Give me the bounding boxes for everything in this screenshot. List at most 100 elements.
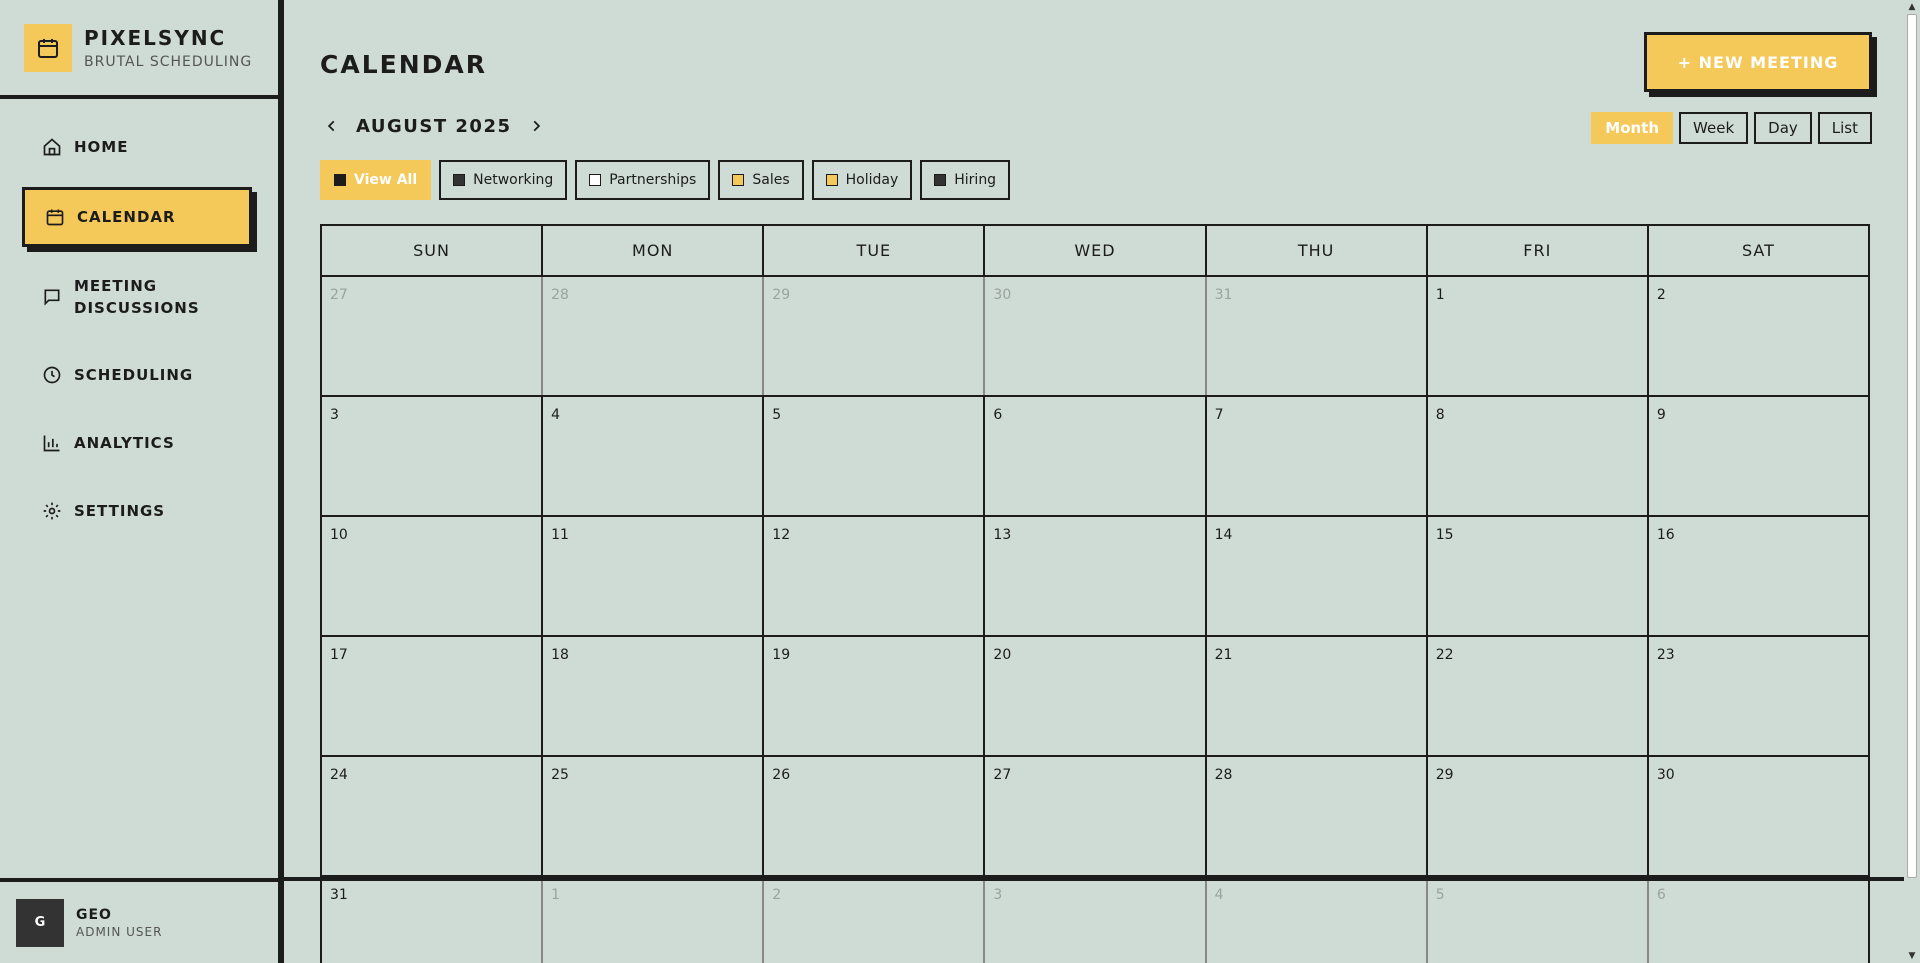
user-profile[interactable]: G GEO ADMIN USER: [0, 878, 278, 963]
day-number: 15: [1435, 527, 1454, 543]
calendar-day-cell[interactable]: 28: [1204, 757, 1426, 875]
calendar-day-cell[interactable]: 2: [762, 877, 983, 963]
new-meeting-button[interactable]: + NEW MEETING: [1644, 32, 1872, 92]
day-number: 30: [993, 287, 1012, 303]
calendar-day-cell[interactable]: 9: [1646, 397, 1868, 515]
nav-item-calendar[interactable]: CALENDAR: [22, 187, 252, 247]
calendar-day-cell[interactable]: 31: [1204, 277, 1426, 395]
calendar-grid: 27 28 29 30 31 1 2 3 4 5 6 7 8 9 10 11 12 13 14 15 16 17 18 19 2…: [322, 277, 1868, 963]
weekday-label: TUE: [762, 226, 983, 275]
day-number: 16: [1656, 527, 1675, 543]
calendar-day-cell[interactable]: 27: [322, 277, 541, 395]
swatch-icon: [732, 174, 745, 186]
view-week-button[interactable]: Week: [1679, 112, 1749, 144]
calendar-day-cell[interactable]: 24: [322, 757, 541, 875]
calendar-day-cell[interactable]: 5: [1425, 877, 1647, 963]
calendar-day-cell[interactable]: 1: [541, 877, 762, 963]
calendar-day-cell[interactable]: 27: [983, 757, 1204, 875]
calendar-day-cell[interactable]: 28: [541, 277, 762, 395]
day-number: 18: [551, 647, 569, 663]
nav-item-meeting-discussions[interactable]: MEETING DISCUSSIONS: [22, 259, 256, 335]
brand-name: PIXELSYNC: [84, 25, 227, 50]
scroll-thumb[interactable]: [1907, 14, 1917, 878]
calendar-day-cell[interactable]: 4: [541, 397, 762, 515]
calendar-day-cell[interactable]: 17: [322, 637, 541, 755]
sidebar: PIXELSYNC BRUTAL SCHEDULING HOME CALENDA…: [0, 0, 284, 963]
day-number: 5: [1435, 887, 1445, 903]
day-number: 27: [330, 287, 348, 303]
calendar-day-cell[interactable]: 29: [1425, 757, 1647, 875]
calendar-day-cell[interactable]: 5: [762, 397, 983, 515]
day-number: 8: [1435, 407, 1445, 423]
chevron-right-icon[interactable]: [524, 114, 548, 138]
calendar-day-cell[interactable]: 30: [983, 277, 1204, 395]
nav-label: MEETING DISCUSSIONS: [74, 277, 200, 317]
calendar-day-cell[interactable]: 31: [322, 877, 541, 963]
view-month-button[interactable]: Month: [1591, 112, 1674, 144]
scroll-down-icon[interactable]: ▼: [1904, 949, 1920, 963]
calendar-day-cell[interactable]: 1: [1425, 277, 1647, 395]
day-number: 3: [993, 887, 1003, 903]
day-number: 7: [1214, 407, 1224, 423]
calendar-day-cell[interactable]: 26: [762, 757, 983, 875]
day-number: 17: [330, 647, 348, 663]
day-number: 2: [1656, 287, 1666, 303]
calendar-day-cell[interactable]: 16: [1646, 517, 1868, 635]
calendar-day-cell[interactable]: 15: [1425, 517, 1647, 635]
calendar-day-cell[interactable]: 23: [1646, 637, 1868, 755]
filter-view-all[interactable]: View All: [320, 160, 432, 200]
month-navigation: AUGUST 2025: [320, 114, 548, 138]
calendar-day-cell[interactable]: 12: [762, 517, 983, 635]
calendar-day-cell[interactable]: 20: [983, 637, 1204, 755]
calendar-day-cell[interactable]: 30: [1646, 757, 1868, 875]
nav-item-settings[interactable]: SETTINGS: [22, 483, 256, 539]
calendar-day-cell[interactable]: 6: [983, 397, 1204, 515]
day-number: 9: [1656, 407, 1666, 423]
calendar-day-cell[interactable]: 13: [983, 517, 1204, 635]
day-number: 22: [1435, 647, 1454, 663]
nav-item-home[interactable]: HOME: [22, 119, 256, 175]
swatch-icon: [825, 174, 838, 186]
weekday-label: FRI: [1425, 226, 1647, 275]
day-number: 31: [1214, 287, 1233, 303]
divider: [284, 877, 1904, 881]
day-number: 30: [1656, 767, 1675, 783]
filter-sales[interactable]: Sales: [718, 160, 804, 200]
calendar-day-cell[interactable]: 25: [541, 757, 762, 875]
calendar-day-cell[interactable]: 3: [322, 397, 541, 515]
calendar-day-cell[interactable]: 21: [1204, 637, 1426, 755]
view-list-button[interactable]: List: [1817, 112, 1872, 144]
day-number: 1: [1435, 287, 1445, 303]
filter-networking[interactable]: Networking: [439, 160, 568, 200]
day-number: 21: [1214, 647, 1233, 663]
calendar-day-cell[interactable]: 7: [1204, 397, 1426, 515]
nav-item-analytics[interactable]: ANALYTICS: [22, 415, 256, 471]
calendar-day-cell[interactable]: 6: [1646, 877, 1868, 963]
calendar-day-cell[interactable]: 3: [983, 877, 1204, 963]
chevron-left-icon[interactable]: [320, 114, 344, 138]
view-day-button[interactable]: Day: [1754, 112, 1812, 144]
calendar-day-cell[interactable]: 2: [1646, 277, 1868, 395]
day-number: 25: [551, 767, 569, 783]
scrollbar[interactable]: ▲ ▼: [1904, 0, 1920, 963]
filter-hiring[interactable]: Hiring: [920, 160, 1011, 200]
calendar-day-cell[interactable]: 10: [322, 517, 541, 635]
calendar-day-cell[interactable]: 29: [762, 277, 983, 395]
calendar-day-cell[interactable]: 18: [541, 637, 762, 755]
calendar-day-cell[interactable]: 19: [762, 637, 983, 755]
day-number: 2: [772, 887, 782, 903]
swatch-icon: [589, 174, 602, 186]
day-number: 5: [772, 407, 782, 423]
weekday-label: SAT: [1646, 226, 1868, 275]
filter-partnerships[interactable]: Partnerships: [575, 160, 711, 200]
calendar-day-cell[interactable]: 4: [1204, 877, 1426, 963]
calendar-day-cell[interactable]: 11: [541, 517, 762, 635]
nav-item-scheduling[interactable]: SCHEDULING: [22, 347, 256, 403]
filter-holiday[interactable]: Holiday: [811, 160, 913, 200]
day-number: 29: [772, 287, 791, 303]
calendar-day-cell[interactable]: 8: [1425, 397, 1647, 515]
calendar-day-cell[interactable]: 22: [1425, 637, 1647, 755]
calendar-day-cell[interactable]: 14: [1204, 517, 1426, 635]
calendar-icon: [24, 23, 72, 72]
scroll-up-icon[interactable]: ▲: [1904, 0, 1920, 14]
